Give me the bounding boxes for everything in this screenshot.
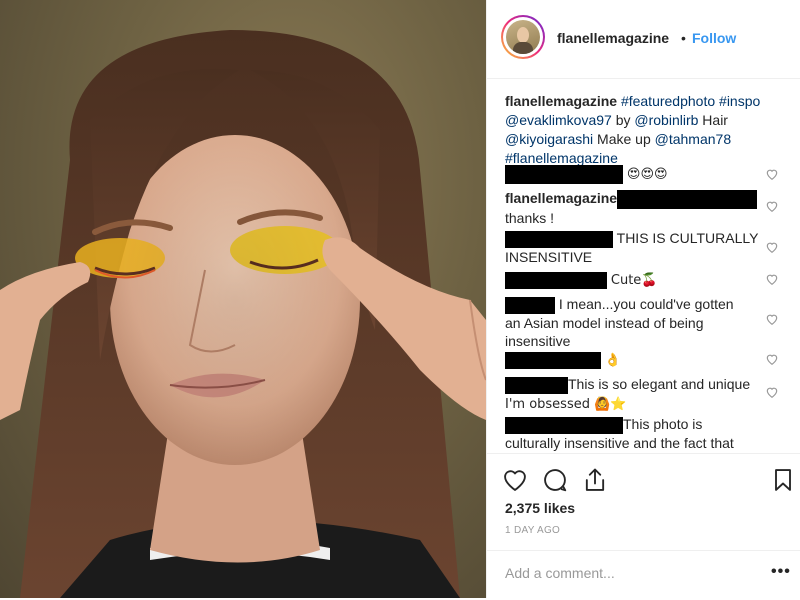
bookmark-icon[interactable] [769, 466, 797, 494]
comment-item: This photo is culturally insensitive and… [505, 415, 773, 452]
avatar[interactable] [501, 15, 545, 59]
portrait-illustration [0, 30, 486, 598]
hashtag-link[interactable]: #featuredphoto [621, 93, 715, 109]
redacted-username [505, 376, 568, 394]
share-icon[interactable] [581, 466, 609, 494]
comment-item: Cute🍒 [505, 270, 773, 290]
hashtag-link[interactable]: #inspo [719, 93, 760, 109]
comment-text: insensitive [505, 332, 571, 349]
comment-text: culturally insensitive and the fact that [505, 434, 734, 451]
more-options-icon[interactable]: ••• [771, 563, 791, 581]
redacted-username [505, 164, 623, 184]
like-comment-icon[interactable] [765, 385, 779, 399]
comment-text: thanks ! [505, 209, 555, 226]
mention-link[interactable]: @tahman78 [655, 131, 731, 147]
comments-list[interactable]: flanellemagazine #featuredphoto #inspo @… [487, 79, 800, 453]
redacted-username [505, 271, 607, 289]
like-comment-icon[interactable] [765, 240, 779, 254]
post-actions: 2,375 likes 1 DAY AGO ••• [487, 453, 800, 599]
comment-text: I'm obsessed 🙆⭐ [505, 396, 627, 412]
post-date: 1 DAY AGO [505, 525, 561, 536]
redacted-username [505, 230, 613, 248]
comment-text: I mean...you could've gotten [558, 296, 734, 312]
redacted-mention [617, 189, 758, 209]
like-comment-icon[interactable] [765, 352, 779, 366]
comment-text: This photo is [623, 416, 703, 432]
comment-text: INSENSITIVE [505, 248, 593, 265]
like-comment-icon[interactable] [765, 167, 779, 181]
redacted-username [505, 296, 555, 314]
comment-text: an Asian model instead of being [505, 314, 704, 331]
post-photo[interactable] [0, 0, 486, 598]
comment-text: 👌 [604, 353, 622, 368]
mention-link[interactable]: @evaklimkova97 [505, 112, 612, 128]
comment-username[interactable]: flanellemagazine [505, 190, 617, 206]
avatar-image [506, 20, 540, 54]
comment-item: 😍😍😍 [505, 164, 773, 184]
instagram-post: flanellemagazine • Follow flanellemagazi… [0, 0, 800, 598]
separator-dot: • [681, 30, 686, 46]
like-comment-icon[interactable] [765, 199, 779, 213]
caption-text: by [615, 112, 631, 128]
add-comment-bar: ••• [487, 550, 800, 600]
comment-item: This is so elegant and unique I'm obsess… [505, 375, 773, 414]
comment-text: THIS IS CULTURALLY [616, 230, 759, 246]
redacted-username [505, 416, 623, 434]
heart-icon[interactable] [501, 466, 529, 494]
comment-icon[interactable] [541, 466, 569, 494]
post-header: flanellemagazine • Follow [487, 0, 800, 79]
header-username[interactable]: flanellemagazine [557, 30, 669, 46]
like-comment-icon[interactable] [765, 272, 779, 286]
like-comment-icon[interactable] [765, 312, 779, 326]
comment-text: This is so elegant and unique [568, 376, 751, 392]
comment-text: 😍😍😍 [626, 167, 668, 182]
caption-username[interactable]: flanellemagazine [505, 93, 617, 109]
mention-link[interactable]: @kiyoigarashi [505, 131, 593, 147]
post-side-panel: flanellemagazine • Follow flanellemagazi… [486, 0, 800, 598]
comment-item: I mean...you could've gotten an Asian mo… [505, 295, 773, 350]
mention-link[interactable]: @robinlirb [634, 112, 698, 128]
add-comment-input[interactable] [505, 565, 745, 581]
likes-count[interactable]: 2,375 likes [505, 500, 575, 516]
post-caption: flanellemagazine #featuredphoto #inspo @… [505, 92, 773, 168]
comment-text: Cute🍒 [610, 273, 658, 288]
caption-text: Make up [597, 131, 651, 147]
follow-button[interactable]: Follow [692, 30, 736, 46]
caption-text: Hair [702, 112, 728, 128]
redacted-username [505, 351, 601, 369]
comment-item: THIS IS CULTURALLY INSENSITIVE [505, 229, 773, 266]
comment-item: flanellemagazine thanks ! [505, 189, 773, 227]
comment-item: 👌 [505, 350, 773, 370]
